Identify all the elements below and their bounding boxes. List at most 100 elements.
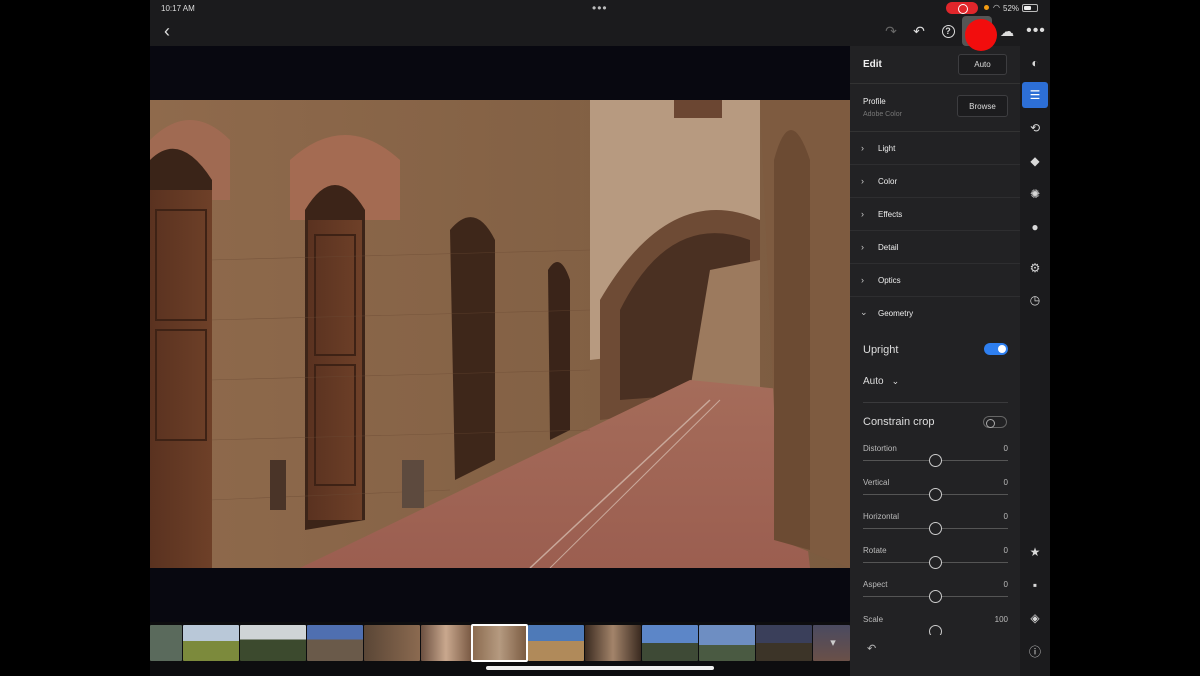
mic-indicator-icon <box>984 5 989 10</box>
section-label: Light <box>878 144 896 153</box>
slider-label: Distortion <box>863 444 897 453</box>
slider-value[interactable]: 0 <box>1004 580 1008 589</box>
filmstrip-thumb[interactable] <box>756 625 812 661</box>
slider-knob[interactable] <box>929 556 942 569</box>
filmstrip-toggle-icon[interactable]: ▾ <box>826 636 840 650</box>
horizontal-slider[interactable]: Horizontal 0 <box>863 512 1008 542</box>
chevron-right-icon: › <box>861 209 864 219</box>
slider-label: Vertical <box>863 478 890 487</box>
info-icon[interactable]: ⓘ <box>1022 638 1048 664</box>
slider-label: Rotate <box>863 546 887 555</box>
slider-value[interactable]: 0 <box>1004 478 1008 487</box>
slider-knob[interactable] <box>929 590 942 603</box>
aspect-slider[interactable]: Aspect 0 <box>863 580 1008 610</box>
presets-icon[interactable]: ◐ <box>1022 50 1048 76</box>
filmstrip-thumb[interactable] <box>528 625 584 661</box>
filmstrip-thumb[interactable] <box>307 625 363 661</box>
cloud-sync-icon[interactable]: ☁ <box>996 20 1018 42</box>
slider-value[interactable]: 0 <box>1004 546 1008 555</box>
profile-label: Profile <box>863 97 886 106</box>
versions-icon[interactable]: ⚙ <box>1022 255 1048 281</box>
section-geometry[interactable]: ⌄ Geometry <box>850 297 1020 330</box>
upright-mode-select[interactable]: Auto ⌄ <box>863 376 899 387</box>
slider-knob[interactable] <box>929 625 942 635</box>
section-effects[interactable]: › Effects <box>850 198 1020 231</box>
slider-value[interactable]: 0 <box>1004 444 1008 453</box>
divider <box>863 402 1008 403</box>
photo-street-image <box>150 100 850 568</box>
auto-button[interactable]: Auto <box>958 54 1007 75</box>
filmstrip-thumb[interactable] <box>699 625 755 661</box>
slider-value[interactable]: 0 <box>1004 512 1008 521</box>
top-toolbar: ‹ ↷ ↶ ? ☁ ••• <box>150 16 1050 46</box>
slider-knob[interactable] <box>929 488 942 501</box>
chevron-right-icon: › <box>861 275 864 285</box>
filmstrip-thumb[interactable] <box>364 625 420 661</box>
healing-icon[interactable]: ◆ <box>1022 148 1048 174</box>
slider-label: Aspect <box>863 580 888 589</box>
status-time: 10:17 AM <box>161 4 195 13</box>
reset-icon[interactable]: ↶ <box>867 642 876 655</box>
section-color[interactable]: › Color <box>850 165 1020 198</box>
section-label: Geometry <box>878 309 914 318</box>
photo-canvas[interactable] <box>150 46 850 622</box>
profile-row: Profile Adobe Color Browse <box>850 84 1020 132</box>
slider-label: Horizontal <box>863 512 900 521</box>
edit-panel-header: Edit Auto <box>850 46 1020 84</box>
undo-icon[interactable]: ↶ <box>908 20 930 42</box>
filmstrip-thumb[interactable] <box>240 625 306 661</box>
lightroom-app: 10:17 AM ••• ◠ 52% ‹ ↷ ↶ ? ☁ ••• ▾ Edit … <box>150 0 1050 676</box>
filmstrip-thumb[interactable] <box>585 625 641 661</box>
filmstrip-thumb[interactable] <box>150 625 182 661</box>
touch-indicator <box>965 19 997 51</box>
blur-icon[interactable]: ● <box>1022 214 1048 240</box>
chevron-down-icon: ⌄ <box>891 376 900 386</box>
chevron-right-icon: › <box>861 143 864 153</box>
section-detail[interactable]: › Detail <box>850 231 1020 264</box>
upright-mode-value: Auto <box>863 376 884 387</box>
constrain-crop-toggle[interactable] <box>983 416 1007 428</box>
battery-icon <box>1022 4 1038 12</box>
section-label: Optics <box>878 276 901 285</box>
vertical-slider[interactable]: Vertical 0 <box>863 478 1008 508</box>
browse-button[interactable]: Browse <box>957 95 1008 117</box>
wifi-icon: ◠ <box>993 3 1000 12</box>
rating-star-icon[interactable]: ★ <box>1022 539 1048 565</box>
history-icon[interactable]: ◷ <box>1022 287 1048 313</box>
help-icon[interactable]: ? <box>937 20 959 42</box>
tag-icon[interactable]: ◈ <box>1022 605 1048 631</box>
filmstrip-thumb[interactable] <box>183 625 239 661</box>
chevron-right-icon: › <box>861 176 864 186</box>
multitasking-dots-icon[interactable]: ••• <box>592 1 608 15</box>
masking-icon[interactable]: ✺ <box>1022 181 1048 207</box>
slider-knob[interactable] <box>929 454 942 467</box>
filmstrip-thumb-selected[interactable] <box>471 624 528 662</box>
photo-preview[interactable] <box>150 100 850 568</box>
more-icon[interactable]: ••• <box>1025 20 1047 42</box>
section-light[interactable]: › Light <box>850 132 1020 165</box>
filmstrip-thumb[interactable] <box>421 625 471 661</box>
slider-knob[interactable] <box>929 522 942 535</box>
back-icon[interactable]: ‹ <box>156 20 178 42</box>
section-optics[interactable]: › Optics <box>850 264 1020 297</box>
upright-toggle[interactable] <box>984 343 1008 355</box>
section-label: Effects <box>878 210 903 219</box>
distortion-slider[interactable]: Distortion 0 <box>863 444 1008 474</box>
panel-title: Edit <box>863 59 882 70</box>
screen-recording-icon <box>946 2 978 14</box>
section-label: Detail <box>878 243 899 252</box>
home-indicator <box>486 666 714 670</box>
crop-icon[interactable]: ⟲ <box>1022 115 1048 141</box>
chevron-right-icon: › <box>861 242 864 252</box>
scale-slider[interactable]: Scale 100 <box>863 615 1008 635</box>
slider-value[interactable]: 100 <box>995 615 1008 624</box>
battery-percent: 52% <box>1003 4 1020 13</box>
constrain-crop-label: Constrain crop <box>863 416 935 428</box>
slider-label: Scale <box>863 615 884 624</box>
comment-icon[interactable]: ▪ <box>1022 572 1048 598</box>
redo-icon[interactable]: ↷ <box>880 20 902 42</box>
rotate-slider[interactable]: Rotate 0 <box>863 546 1008 576</box>
filmstrip-thumb[interactable] <box>642 625 698 661</box>
edit-sliders-icon[interactable]: ☰ <box>1022 82 1048 108</box>
edit-panel: Edit Auto Profile Adobe Color Browse › L… <box>850 46 1020 676</box>
